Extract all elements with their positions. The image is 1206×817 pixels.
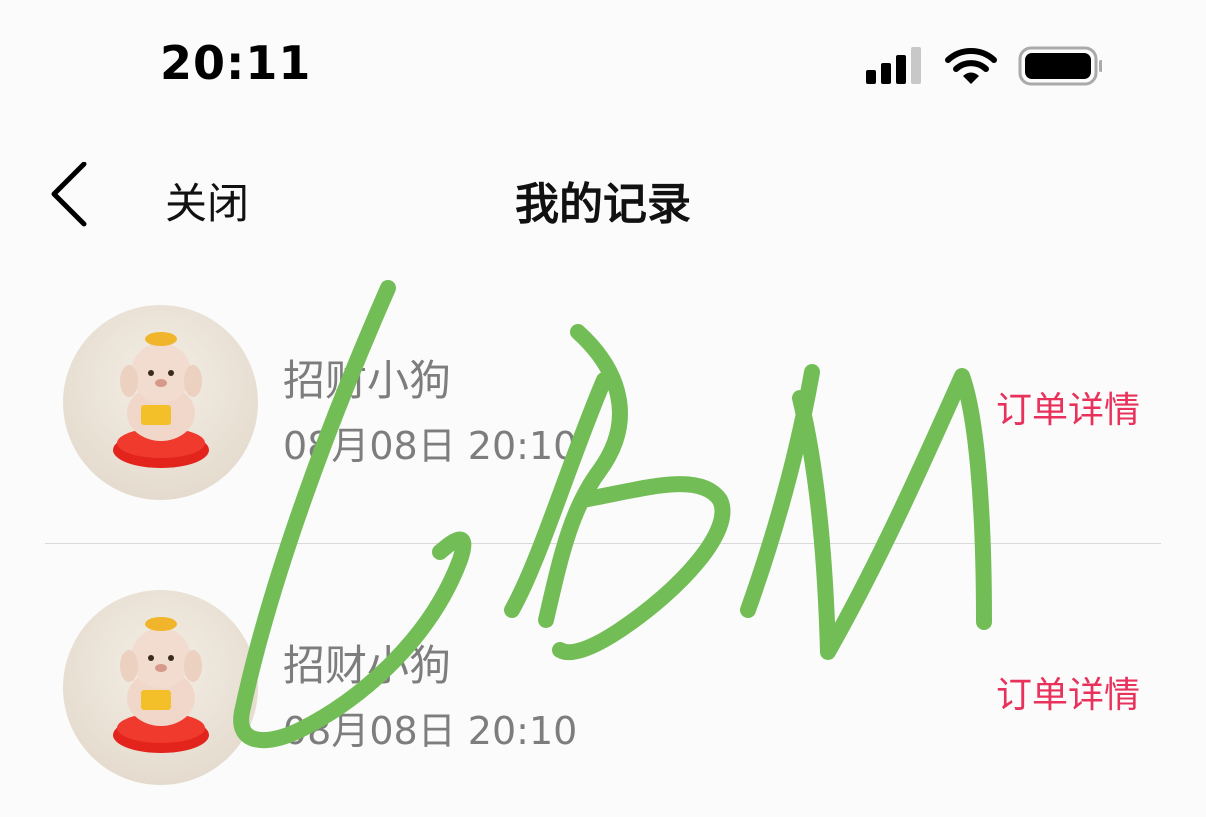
order-details-link[interactable]: 订单详情: [996, 666, 1140, 718]
item-name: 招财小狗: [283, 641, 452, 690]
list-item[interactable]: 招财小狗 08月08日 20:10 订单详情: [0, 285, 1206, 545]
battery-icon: [1018, 46, 1102, 86]
item-name: 招财小狗: [283, 356, 452, 405]
order-details-link[interactable]: 订单详情: [996, 381, 1140, 433]
status-bar: 20:11: [0, 0, 1206, 130]
list-item[interactable]: 招财小狗 08月08日 20:10 订单详情: [0, 570, 1206, 817]
item-time: 08月08日 20:10: [283, 424, 578, 468]
status-time: 20:11: [160, 36, 312, 90]
product-thumbnail: [63, 590, 258, 785]
chevron-left-icon[interactable]: [40, 162, 100, 228]
cellular-signal-icon: [866, 47, 921, 84]
product-thumbnail: [63, 305, 258, 500]
divider: [45, 543, 1161, 544]
nav-bar: 我的记录 关闭: [0, 150, 1206, 250]
item-time: 08月08日 20:10: [283, 709, 578, 753]
wifi-icon: [945, 48, 997, 84]
close-button[interactable]: 关闭: [165, 170, 249, 231]
status-icons: [866, 46, 1102, 86]
